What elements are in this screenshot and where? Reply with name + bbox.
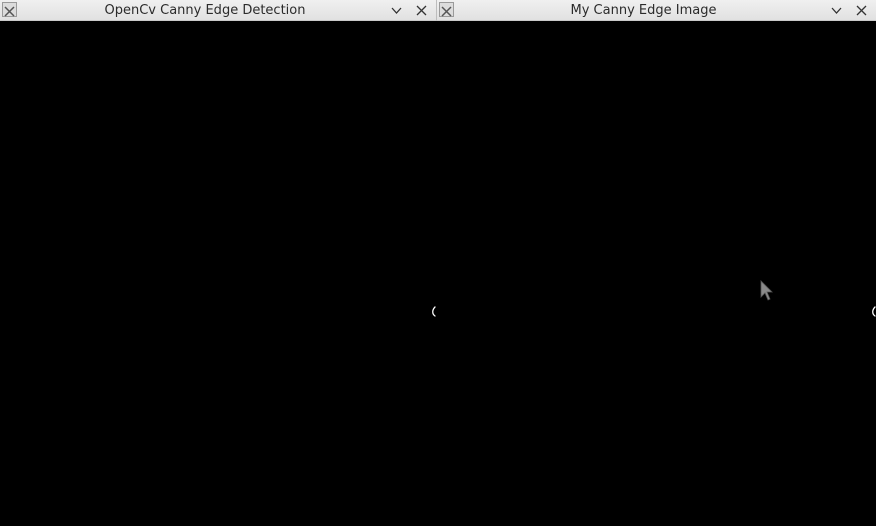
penguin-edges: [0, 14, 436, 480]
chevron-down-icon[interactable]: [829, 3, 844, 18]
desktop: OpenCv Canny Edge Detection My Canny Edg…: [0, 0, 876, 526]
window-title: OpenCv Canny Edge Detection: [104, 3, 306, 18]
x11-app-icon[interactable]: [439, 2, 454, 17]
mouse-pointer-icon: [760, 280, 773, 301]
titlebar[interactable]: My Canny Edge Image: [436, 0, 876, 21]
penguin-edges: [437, 14, 876, 480]
canny-edge-image: [436, 14, 876, 526]
chevron-down-icon[interactable]: [389, 3, 404, 18]
close-icon[interactable]: [414, 3, 429, 18]
x11-app-icon[interactable]: [2, 2, 17, 17]
titlebar[interactable]: OpenCv Canny Edge Detection: [0, 0, 436, 21]
close-icon[interactable]: [854, 3, 869, 18]
canny-edge-image: [0, 14, 436, 526]
window-title: My Canny Edge Image: [570, 3, 717, 18]
window-my-canny: My Canny Edge Image: [436, 0, 876, 526]
window-opencv-canny: OpenCv Canny Edge Detection: [0, 0, 436, 526]
